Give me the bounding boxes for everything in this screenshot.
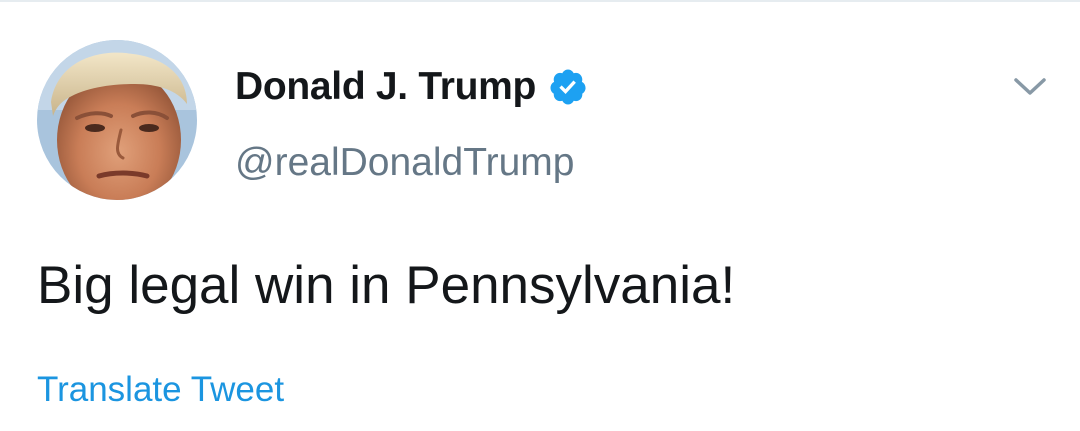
tweet-text: Big legal win in Pennsylvania!	[37, 256, 736, 315]
verified-badge-icon	[548, 67, 588, 107]
display-name[interactable]: Donald J. Trump	[235, 64, 536, 110]
translate-tweet-link[interactable]: Translate Tweet	[37, 369, 284, 411]
author-name-row: Donald J. Trump	[235, 64, 588, 110]
avatar-photo	[37, 40, 197, 200]
author-handle[interactable]: @realDonaldTrump	[235, 140, 574, 186]
chevron-down-icon[interactable]	[1010, 72, 1050, 100]
avatar[interactable]	[37, 40, 197, 200]
tweet-card[interactable]: Donald J. Trump @realDonaldTrump Big leg…	[0, 0, 1080, 431]
